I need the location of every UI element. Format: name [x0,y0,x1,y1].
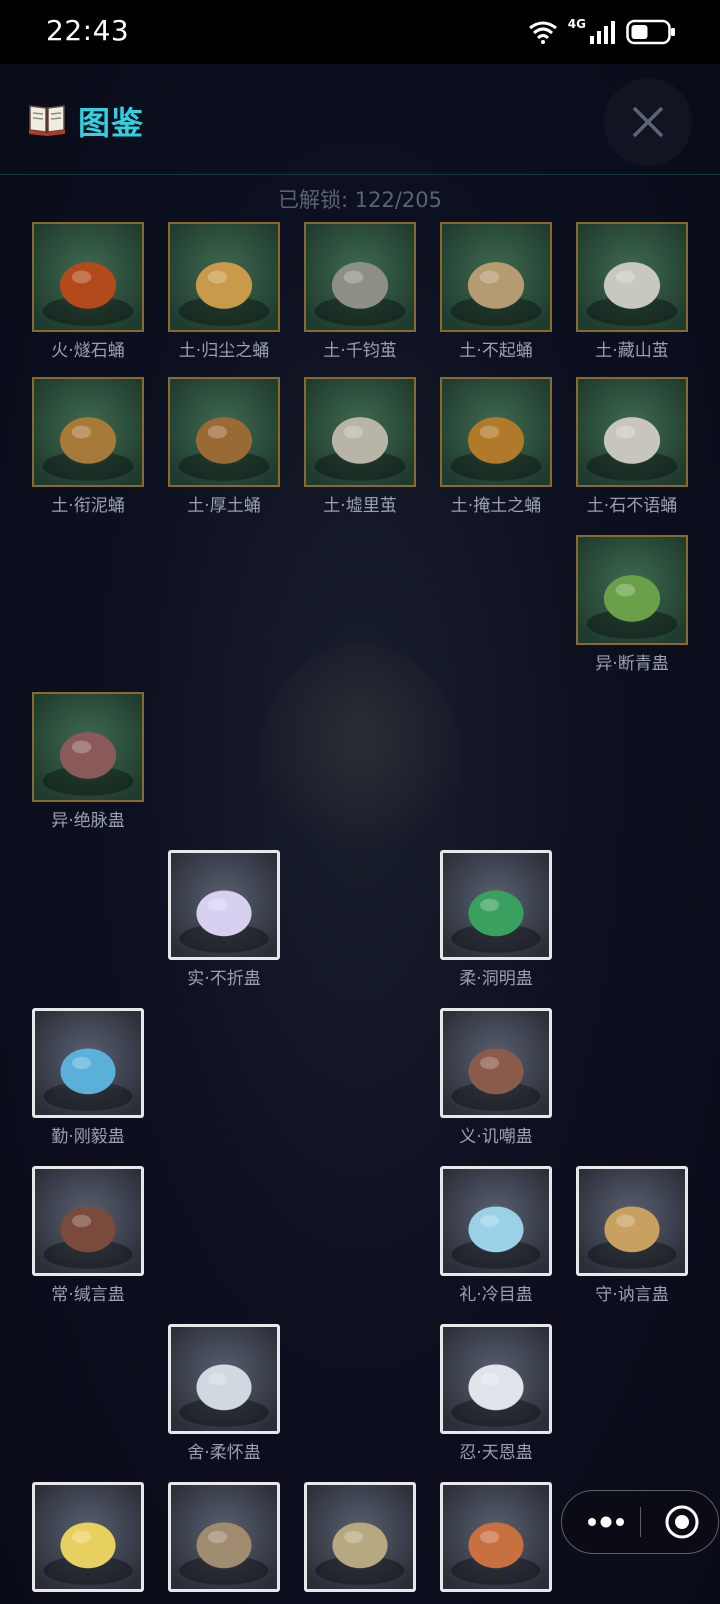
codex-item[interactable]: 常·缄言蛊 [32,1166,144,1305]
network-type: 4G [567,17,586,31]
creature-thumbnail [576,535,688,645]
codex-item[interactable]: 火·燧石蛹 [32,222,144,361]
creature-name: 土·不起蛹 [459,341,533,361]
creature-thumbnail [440,377,552,487]
creature-name: 土·厚土蛹 [187,496,261,516]
more-button[interactable] [578,1491,634,1553]
book-icon [29,105,65,136]
creature-thumbnail [32,222,144,332]
creature-name: 土·衔泥蛹 [51,496,125,516]
creature-thumbnail [32,1008,144,1118]
creature-thumbnail [304,377,416,487]
codex-item[interactable]: 忍·天恩蛊 [440,1324,552,1463]
codex-item[interactable]: 勤·刚毅蛊 [32,1008,144,1147]
creature-name: 柔·洞明蛊 [459,969,533,989]
capsule-close-button[interactable] [654,1491,710,1553]
creature-name: 舍·柔怀蛊 [187,1443,261,1463]
codex-item[interactable] [168,1482,280,1592]
creature-thumbnail [168,377,280,487]
header: 图鉴 [0,64,720,175]
codex-item[interactable]: 礼·冷目蛊 [440,1166,552,1305]
unlock-progress: 已解锁: 122/205 [278,188,442,212]
codex-item[interactable]: 实·不折蛊 [168,850,280,989]
creature-name: 勤·刚毅蛊 [51,1127,125,1147]
creature-thumbnail [440,222,552,332]
battery-icon [626,19,675,45]
codex-item[interactable]: 土·掩土之蛹 [440,377,552,516]
wifi-icon [528,21,557,44]
creature-thumbnail [576,222,688,332]
creature-thumbnail [440,1324,552,1434]
codex-item[interactable]: 土·墟里茧 [304,377,416,516]
creature-thumbnail [168,222,280,332]
creature-thumbnail [304,1482,416,1592]
background-decoration [260,644,460,874]
more-dots-icon [588,1516,624,1528]
status-icons: 4G [528,16,676,48]
creature-name: 土·石不语蛹 [586,496,678,516]
status-time: 22:43 [46,14,130,47]
creature-name: 土·墟里茧 [323,496,397,516]
creature-thumbnail [440,1008,552,1118]
close-button[interactable] [604,78,692,166]
creature-thumbnail [32,1166,144,1276]
target-close-icon [665,1505,699,1539]
creature-name: 守·讷言蛊 [595,1285,669,1305]
capsule-divider [640,1507,641,1537]
codex-item[interactable]: 土·不起蛹 [440,222,552,361]
creature-thumbnail [168,1324,280,1434]
codex-item[interactable]: 土·归尘之蛹 [168,222,280,361]
creature-name: 异·断青蛊 [595,654,669,674]
codex-item[interactable] [304,1482,416,1592]
creature-thumbnail [168,850,280,960]
creature-thumbnail [576,1166,688,1276]
codex-item[interactable]: 土·藏山茧 [576,222,688,361]
codex-item[interactable]: 土·千钧茧 [304,222,416,361]
creature-thumbnail [304,222,416,332]
creature-thumbnail [32,1482,144,1592]
creature-thumbnail [576,377,688,487]
creature-name: 忍·天恩蛊 [459,1443,533,1463]
codex-item[interactable]: 异·断青蛊 [576,535,688,674]
codex-item[interactable]: 守·讷言蛊 [576,1166,688,1305]
creature-name: 礼·冷目蛊 [459,1285,533,1305]
codex-item[interactable]: 土·衔泥蛹 [32,377,144,516]
creature-name: 实·不折蛊 [187,969,261,989]
codex-item[interactable]: 土·厚土蛹 [168,377,280,516]
creature-name: 土·掩土之蛹 [450,496,542,516]
close-icon [632,106,664,138]
signal-icon [590,21,615,44]
creature-name: 异·绝脉蛊 [51,811,125,831]
codex-item[interactable]: 土·石不语蛹 [576,377,688,516]
codex-item[interactable] [440,1482,552,1592]
creature-thumbnail [168,1482,280,1592]
codex-item[interactable]: 异·绝脉蛊 [32,692,144,831]
creature-name: 土·归尘之蛹 [178,341,270,361]
creature-thumbnail [440,850,552,960]
page-title: 图鉴 [78,104,145,142]
creature-thumbnail [440,1166,552,1276]
creature-name: 常·缄言蛊 [51,1285,125,1305]
creature-thumbnail [32,692,144,802]
codex-item[interactable]: 柔·洞明蛊 [440,850,552,989]
codex-item[interactable]: 义·讥嘲蛊 [440,1008,552,1147]
codex-item[interactable]: 舍·柔怀蛊 [168,1324,280,1463]
creature-name: 火·燧石蛹 [51,341,125,361]
codex-item[interactable] [32,1482,144,1592]
codex-page: 图鉴 已解锁: 122/205 火·燧石蛹 土·归尘之蛹 土·千钧茧 土·不起蛹 土·藏… [0,64,720,1604]
creature-thumbnail [440,1482,552,1592]
creature-name: 土·藏山茧 [595,341,669,361]
mini-program-capsule [561,1490,719,1554]
status-bar: 22:43 4G [0,0,720,64]
creature-name: 义·讥嘲蛊 [459,1127,533,1147]
creature-thumbnail [32,377,144,487]
creature-name: 土·千钧茧 [323,341,397,361]
